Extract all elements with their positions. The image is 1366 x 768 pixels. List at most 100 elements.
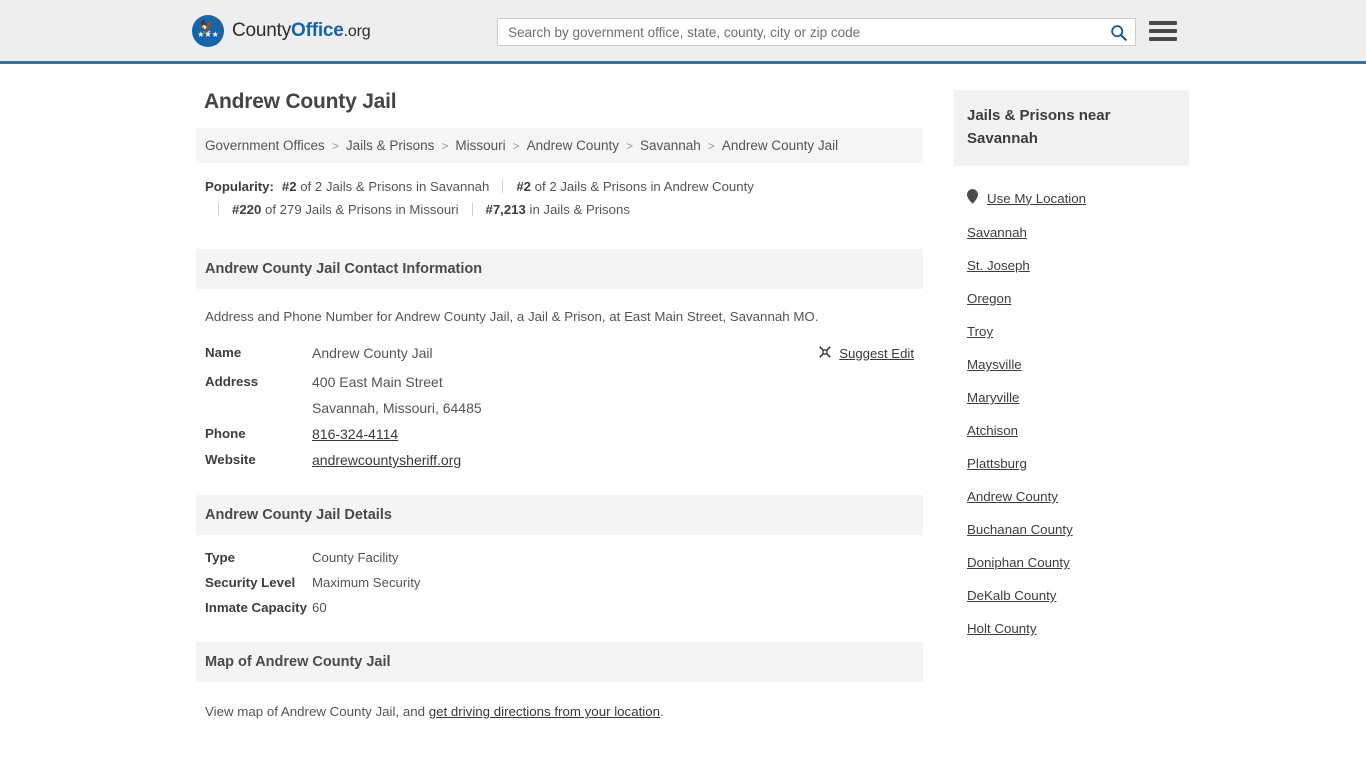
suggest-edit-button[interactable]: Suggest Edit [818,345,914,362]
breadcrumb-item[interactable]: Missouri [455,138,505,153]
contact-value-phone-cell: 816-324-4114 [312,421,914,447]
sidebar-item-atchison[interactable]: Atchison [967,414,1176,447]
breadcrumb-item[interactable]: Jails & Prisons [346,138,435,153]
sidebar-item-troy[interactable]: Troy [967,315,1176,348]
details-value-type: County Facility [312,550,399,565]
sidebar-item-savannah[interactable]: Savannah [967,216,1176,249]
logo-text-part2: Office [291,19,344,41]
breadcrumb: Government Offices > Jails & Prisons > Misso… [196,128,923,163]
sidebar-item-label[interactable]: Holt County [967,621,1036,636]
table-row: Address 400 East Main Street [205,369,914,395]
sidebar-heading: Jails & Prisons near Savannah [954,90,1189,166]
breadcrumb-item: Andrew County Jail [721,138,839,153]
popularity-rank: #220 [232,202,262,217]
popularity-item: #2 of 2 Jails & Prisons in Andrew County [516,179,754,194]
sidebar-item-label[interactable]: Buchanan County [967,522,1073,537]
sidebar-item-andrew-county[interactable]: Andrew County [967,480,1176,513]
details-value-security: Maximum Security [312,575,421,590]
details-key-type: Type [205,550,236,565]
sidebar-item-dekalb-county[interactable]: DeKalb County [967,579,1176,612]
contact-key: Phone [205,426,246,441]
map-pin-icon [967,189,978,207]
search-input[interactable] [498,19,1101,45]
popularity-divider [502,180,504,193]
contact-value-address-line1: 400 East Main Street [312,374,443,390]
contact-value-website-cell: andrewcountysheriff.org [312,447,914,473]
logo-text: CountyOffice.org [232,19,371,42]
phone-link[interactable]: 816-324-4114 [312,426,398,442]
edit-pencil-icon [818,345,832,362]
popularity-text: of 279 Jails & Prisons in Missouri [261,202,459,217]
contact-section-body: Address and Phone Number for Andrew Coun… [196,289,923,473]
sidebar-item-plattsburg[interactable]: Plattsburg [967,447,1176,480]
popularity-divider [471,203,473,216]
map-section-body: View map of Andrew County Jail, and get … [196,682,923,719]
table-row: Phone 816-324-4114 [205,421,914,447]
sidebar-item-label[interactable]: Savannah [967,225,1027,240]
sidebar-item-use-my-location[interactable]: Use My Location [967,180,1176,216]
sidebar-item-holt-county[interactable]: Holt County [967,612,1176,645]
details-key-security: Security Level [205,575,296,590]
driving-directions-link[interactable]: get driving directions from your locatio… [429,704,660,719]
table-row: Website andrewcountysheriff.org [205,447,914,473]
search-bar [497,18,1136,46]
hamburger-menu-icon[interactable] [1149,19,1177,43]
hamburger-bar [1149,37,1177,41]
popularity-section: Popularity: #2 of 2 Jails & Prisons in Sa… [196,163,923,227]
main-content: Andrew County Jail Government Offices > Ja… [196,64,923,719]
sidebar-item-buchanan-county[interactable]: Buchanan County [967,513,1176,546]
website-link[interactable]: andrewcountysheriff.org [312,452,461,468]
use-my-location-link[interactable]: Use My Location [987,191,1086,206]
breadcrumb-item[interactable]: Government Offices [205,138,325,153]
breadcrumb-item[interactable]: Savannah [640,138,701,153]
contact-key: Address [205,374,259,389]
logo-text-part3: .org [343,22,371,40]
sidebar-item-oregon[interactable]: Oregon [967,282,1176,315]
popularity-text: of 2 Jails & Prisons in Savannah [296,179,490,194]
details-section-body: Type County Facility Security Level Maxi… [196,535,923,620]
sidebar-item-label[interactable]: Troy [967,324,993,339]
sidebar-item-label[interactable]: Atchison [967,423,1018,438]
contact-value-address-line2: Savannah, Missouri, 64485 [312,400,482,416]
contact-value-name: Andrew County Jail [312,345,433,361]
breadcrumb-separator: > [512,138,520,153]
page-container: Andrew County Jail Government Offices > Ja… [0,64,1366,719]
sidebar-item-label[interactable]: Maryville [967,390,1019,405]
sidebar: Jails & Prisons near Savannah Use My Loc… [954,64,1189,645]
details-section-heading: Andrew County Jail Details [196,495,923,535]
sidebar-item-maryville[interactable]: Maryville [967,381,1176,414]
sidebar-item-st-joseph[interactable]: St. Joseph [967,249,1176,282]
sidebar-item-label[interactable]: Doniphan County [967,555,1070,570]
contact-key: Name [205,345,242,360]
suggest-edit-label: Suggest Edit [839,346,914,361]
sidebar-item-label[interactable]: Andrew County [967,489,1058,504]
sidebar-item-maysville[interactable]: Maysville [967,348,1176,381]
map-text-before: View map of Andrew County Jail, and [205,704,429,719]
popularity-rank: #2 [281,179,297,194]
table-row: Type County Facility [205,545,914,570]
sidebar-item-label[interactable]: St. Joseph [967,258,1030,273]
table-row: Savannah, Missouri, 64485 [205,395,914,421]
breadcrumb-separator: > [441,138,449,153]
search-icon[interactable] [1101,19,1135,45]
popularity-divider [218,203,219,216]
breadcrumb-separator: > [331,138,339,153]
table-row: Name Andrew County Jail Suggest Edit [205,340,914,369]
eagle-seal-icon: 🦅 ★★★ [192,14,224,47]
breadcrumb-separator: > [625,138,633,153]
page-title: Andrew County Jail [204,90,397,113]
popularity-label: Popularity: [205,179,274,194]
sidebar-item-doniphan-county[interactable]: Doniphan County [967,546,1176,579]
sidebar-item-label[interactable]: Oregon [967,291,1011,306]
sidebar-item-label[interactable]: Maysville [967,357,1022,372]
breadcrumb-item[interactable]: Andrew County [527,138,619,153]
map-description: View map of Andrew County Jail, and get … [205,704,914,719]
sidebar-item-label[interactable]: DeKalb County [967,588,1056,603]
table-row: Security Level Maximum Security [205,570,914,595]
details-value-capacity: 60 [312,600,327,615]
table-row: Inmate Capacity 60 [205,595,914,620]
site-logo[interactable]: 🦅 ★★★ CountyOffice.org [192,14,371,47]
sidebar-item-label[interactable]: Plattsburg [967,456,1027,471]
contact-table: Name Andrew County Jail Suggest Edit Add… [205,340,914,473]
popularity-rank: #2 [516,179,532,194]
